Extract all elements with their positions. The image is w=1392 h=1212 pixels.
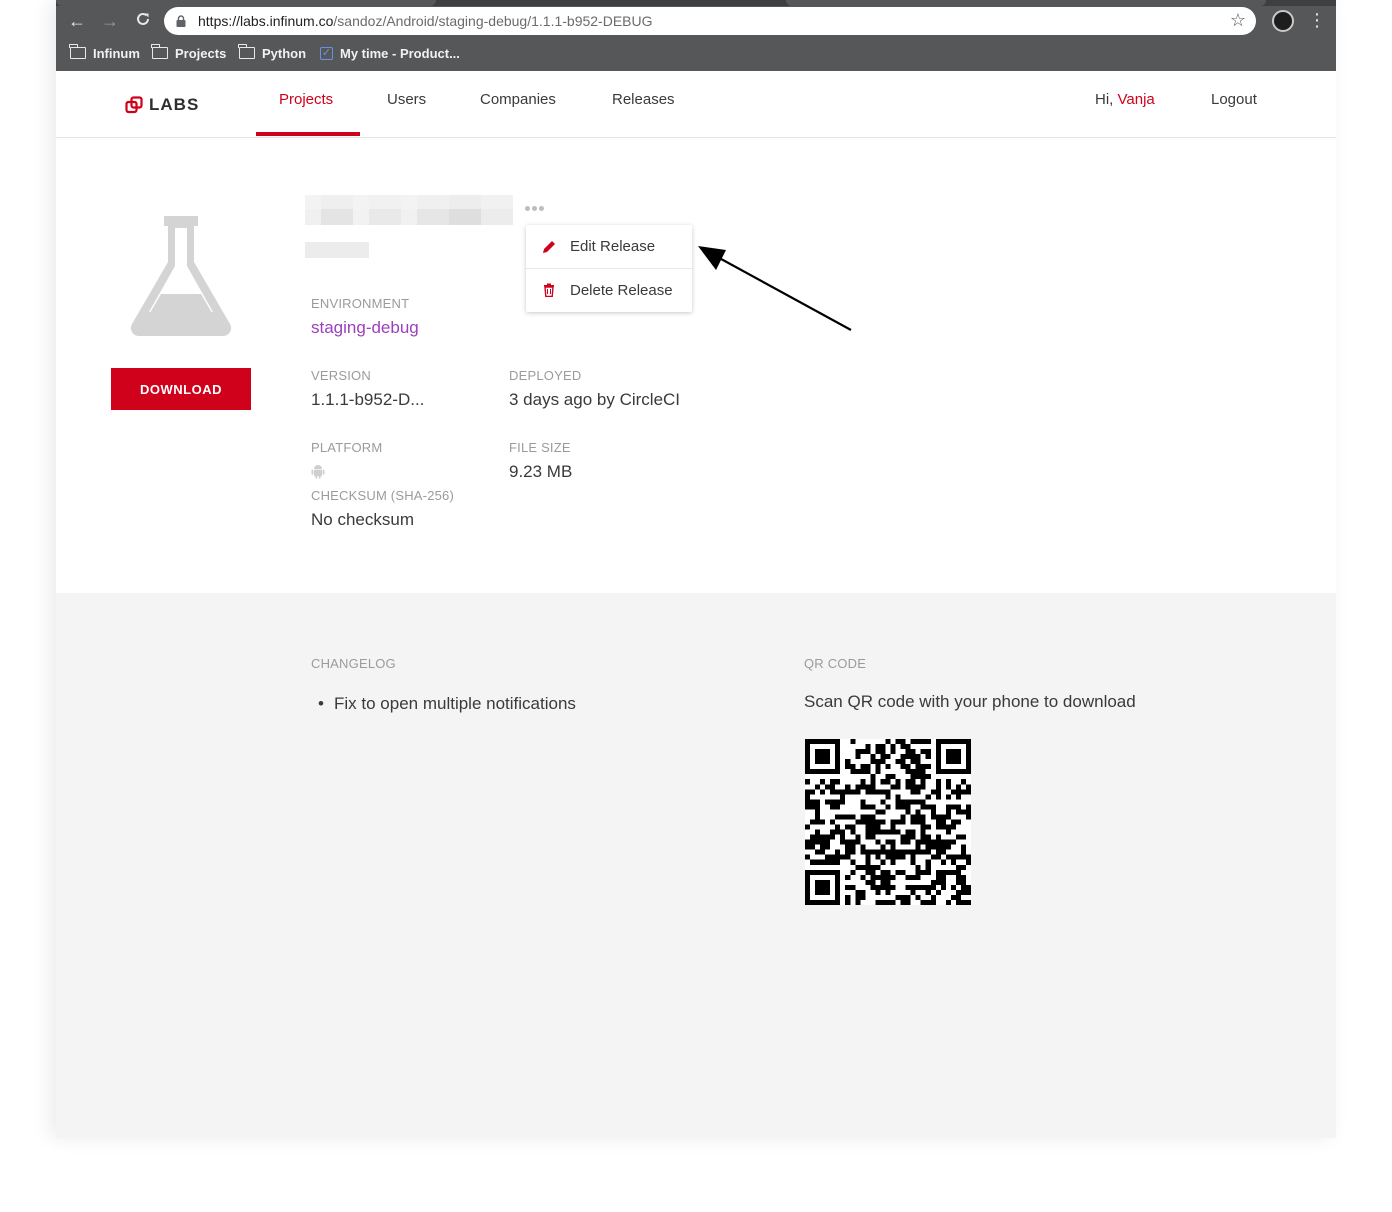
changelog-qr-panel: CHANGELOG Fix to open multiple notificat… — [56, 593, 1336, 1138]
folder-icon — [69, 44, 86, 59]
file-size-value: 9.23 MB — [509, 462, 573, 481]
username-link[interactable]: Vanja — [1118, 91, 1155, 108]
deployed-label: DEPLOYED — [509, 368, 582, 383]
bookmark-label: Infinum — [93, 45, 140, 61]
pencil-icon — [543, 240, 555, 253]
folder-icon — [238, 44, 255, 59]
qr-instructions: Scan QR code with your phone to download — [804, 692, 1136, 711]
qr-code-label: QR CODE — [804, 656, 867, 671]
bookmark-python[interactable]: Python — [238, 43, 307, 63]
nav-releases[interactable]: Releases — [612, 91, 675, 108]
reload-icon — [137, 12, 149, 25]
trash-icon — [544, 283, 554, 297]
environment-label: ENVIRONMENT — [311, 296, 410, 311]
environment-value[interactable]: staging-debug — [311, 318, 419, 338]
browser-window: ← → https://labs.infinum.co/sandoz/Andro… — [56, 0, 1336, 1138]
android-icon — [311, 465, 325, 479]
checksum-value: No checksum — [311, 510, 414, 529]
edit-release-label: Edit Release — [570, 238, 656, 255]
bookmark-label: Projects — [175, 45, 227, 61]
back-button[interactable]: ← — [66, 10, 88, 32]
version-label: VERSION — [311, 368, 371, 383]
qr-code — [805, 739, 971, 905]
platform-label: PLATFORM — [311, 440, 383, 455]
url-path: /sandoz/Android/staging-debug/1.1.1-b952… — [333, 13, 653, 29]
labs-logo-icon — [125, 96, 143, 114]
checkbox-icon: ✓ — [320, 46, 333, 60]
release-subtitle-redacted — [305, 242, 369, 258]
bookmark-projects[interactable]: Projects — [151, 43, 227, 63]
bookmark-star-icon[interactable]: ☆ — [1230, 10, 1246, 31]
url-text: https://labs.infinum.co/sandoz/Android/s… — [198, 13, 653, 29]
nav-projects[interactable]: Projects — [279, 91, 333, 108]
browser-menu-icon[interactable]: ⋮ — [1308, 8, 1326, 32]
bookmark-label: My time - Product... — [340, 45, 460, 61]
download-button[interactable]: DOWNLOAD — [111, 368, 251, 410]
nav-users[interactable]: Users — [387, 91, 426, 108]
checksum-label: CHECKSUM (SHA-256) — [311, 488, 455, 503]
flask-icon — [130, 216, 232, 337]
folder-icon — [151, 44, 168, 59]
bookmark-label: Python — [262, 45, 307, 61]
logo-text: LABS — [149, 95, 200, 114]
address-bar[interactable]: https://labs.infinum.co/sandoz/Android/s… — [164, 7, 1256, 35]
bookmark-my-time[interactable]: ✓ My time - Product... — [320, 43, 460, 63]
url-host: https://labs.infinum.co — [198, 13, 334, 29]
bookmarks-bar: Infinum Projects Python ✓ My time - Prod… — [56, 40, 1336, 66]
logout-link[interactable]: Logout — [1211, 91, 1257, 108]
reload-button[interactable] — [132, 10, 154, 32]
browser-toolbar: ← → https://labs.infinum.co/sandoz/Andro… — [56, 0, 1336, 71]
changelog-item: Fix to open multiple notifications — [318, 694, 576, 714]
delete-release-label: Delete Release — [570, 281, 673, 299]
bookmark-infinum[interactable]: Infinum — [69, 43, 140, 63]
profile-avatar[interactable] — [1272, 10, 1294, 32]
more-options-icon[interactable] — [525, 206, 544, 211]
edit-release-item[interactable]: Edit Release — [526, 225, 692, 268]
lock-icon — [176, 15, 186, 27]
user-greeting: Hi, Vanja — [1095, 91, 1155, 108]
changelog-label: CHANGELOG — [311, 656, 396, 671]
version-value: 1.1.1-b952-D... — [311, 390, 425, 409]
greeting-text: Hi, — [1095, 91, 1114, 108]
app-header: LABS Projects Users Companies Releases H… — [56, 71, 1336, 138]
deployed-value: 3 days ago by CircleCI — [509, 390, 681, 409]
active-nav-indicator — [256, 132, 360, 136]
release-title-redacted — [305, 195, 513, 225]
tab-strip — [56, 0, 1336, 6]
annotation-arrow — [698, 246, 852, 331]
labs-logo[interactable]: LABS — [125, 95, 199, 115]
delete-release-item[interactable]: Delete Release — [526, 268, 692, 311]
release-actions-menu: Edit Release Delete Release — [526, 225, 692, 312]
nav-companies[interactable]: Companies — [480, 91, 556, 108]
qr-modules — [805, 739, 971, 905]
forward-button[interactable]: → — [99, 10, 121, 32]
file-size-label: FILE SIZE — [509, 440, 571, 455]
